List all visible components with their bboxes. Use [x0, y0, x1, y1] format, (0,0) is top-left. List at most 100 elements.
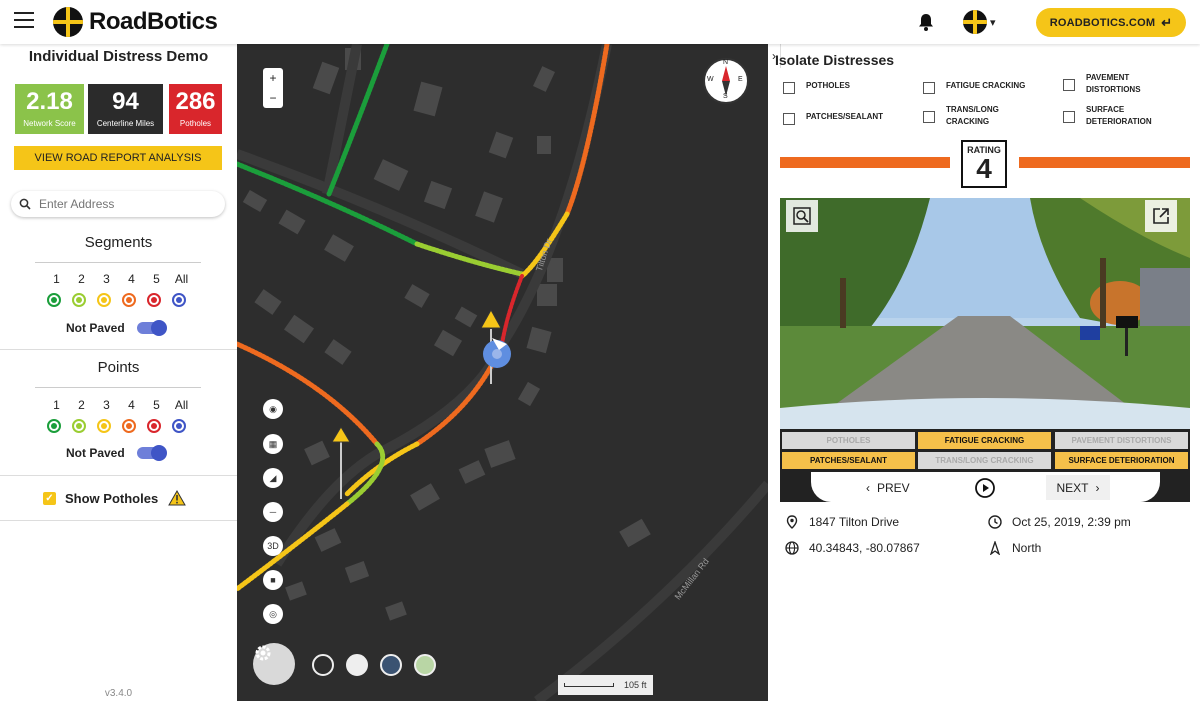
- isolate-surface-checkbox[interactable]: [1063, 111, 1075, 123]
- show-potholes-checkbox[interactable]: ✓: [43, 491, 56, 505]
- play-button[interactable]: [974, 475, 996, 500]
- isolate-patches-sealant[interactable]: PATCHES/SEALANT: [783, 111, 883, 125]
- show-potholes-label: Show Potholes: [65, 490, 159, 506]
- tag-pavement-distortions[interactable]: PAVEMENT DISTORTIONS: [1055, 432, 1188, 449]
- isolate-potholes[interactable]: POTHOLES: [783, 80, 850, 94]
- view-road-report-button[interactable]: VIEW ROAD REPORT ANALYSIS: [14, 146, 222, 170]
- map-canvas[interactable]: [237, 44, 768, 701]
- centerline-miles-label: Centerline Miles: [96, 119, 155, 128]
- image-navigation: ‹ PREV NEXT ›: [780, 472, 1190, 502]
- street-photo[interactable]: [780, 198, 1190, 430]
- warning-icon: [168, 490, 187, 506]
- prev-label: PREV: [877, 480, 910, 495]
- isolate-trans-long-cracking[interactable]: TRANS/LONG CRACKING: [923, 104, 999, 128]
- segment-toggle-2[interactable]: [72, 293, 86, 307]
- menu-icon[interactable]: [14, 12, 34, 30]
- segment-toggle-5[interactable]: [147, 293, 161, 307]
- navigation-arrow-icon: [988, 541, 1002, 555]
- potholes-label: Potholes: [179, 119, 212, 128]
- show-potholes-row: ✓ Show Potholes: [43, 490, 187, 506]
- zoom-in-button[interactable]: +: [263, 68, 283, 88]
- compass-s: S: [723, 93, 728, 100]
- tag-surface-deterioration[interactable]: SURFACE DETERIORATION: [1055, 452, 1188, 469]
- rating-value: 4: [976, 153, 992, 184]
- point-toggle-4[interactable]: [122, 419, 136, 433]
- isolate-distortions-checkbox[interactable]: [1063, 79, 1075, 91]
- logo[interactable]: RoadBotics: [53, 7, 218, 37]
- tag-patches-sealant[interactable]: PATCHES/SEALANT: [782, 452, 915, 469]
- address-text: 1847 Tilton Drive: [809, 515, 900, 529]
- basemap-light-option[interactable]: [346, 654, 368, 676]
- play-icon: [975, 477, 995, 498]
- zoom-out-button[interactable]: −: [263, 88, 283, 108]
- image-layer-icon[interactable]: ▦: [263, 434, 283, 454]
- isolate-surface-deterioration[interactable]: SURFACE DETERIORATION: [1063, 104, 1152, 128]
- points-levels: 1 2 3 4 5 All: [44, 398, 194, 412]
- scale-text: 105 ft: [624, 680, 647, 690]
- map-view[interactable]: Tilton Dr McMillan Rd + − N S E W ◉ ▦ ◢ …: [237, 44, 768, 701]
- network-score-value: 2.18: [26, 88, 73, 115]
- point-level-2: 2: [78, 398, 85, 412]
- pothole-marker-icon[interactable]: [480, 308, 502, 329]
- basemap-satellite-option[interactable]: [380, 654, 402, 676]
- point-toggle-3[interactable]: [97, 419, 111, 433]
- right-panel: › Isolate Distresses POTHOLES FATIGUE CR…: [768, 44, 1200, 701]
- logo-mark-icon: [53, 7, 83, 37]
- chevron-left-icon: ‹: [866, 480, 870, 495]
- basemap-terrain-option[interactable]: [414, 654, 436, 676]
- address-search[interactable]: [11, 191, 225, 217]
- account-menu[interactable]: ▾: [963, 10, 996, 34]
- point-level-3: 3: [103, 398, 110, 412]
- isolate-fatigue-cracking[interactable]: FATIGUE CRACKING: [923, 80, 1025, 94]
- open-external-icon[interactable]: [1145, 200, 1177, 232]
- tag-trans-long-cracking[interactable]: TRANS/LONG CRACKING: [918, 452, 1051, 469]
- point-toggle-1[interactable]: [47, 419, 61, 433]
- point-toggle-all[interactable]: [172, 419, 186, 433]
- points-divider: [35, 387, 201, 388]
- measure-area-icon[interactable]: ◢: [263, 468, 283, 488]
- segment-toggle-all[interactable]: [172, 293, 186, 307]
- isolate-fatigue-checkbox[interactable]: [923, 82, 935, 94]
- segment-toggle-1[interactable]: [47, 293, 61, 307]
- isolate-option-label-2: DETERIORATION: [1086, 117, 1152, 126]
- isolate-distresses-title: Isolate Distresses: [775, 52, 895, 68]
- site-button-label: ROADBOTICS.COM: [1049, 16, 1156, 29]
- points-not-paved-label: Not Paved: [66, 446, 125, 460]
- points-not-paved-toggle[interactable]: [137, 445, 167, 461]
- notification-bell-icon[interactable]: [916, 12, 936, 32]
- potholes-card: 286 Potholes: [169, 84, 222, 134]
- trash-icon[interactable]: ■: [263, 570, 283, 590]
- segment-toggle-3[interactable]: [97, 293, 111, 307]
- isolate-patches-checkbox[interactable]: [783, 113, 795, 125]
- pothole-marker-icon[interactable]: [331, 426, 351, 443]
- segment-toggle-4[interactable]: [122, 293, 136, 307]
- compass-icon[interactable]: N S E W: [703, 58, 749, 104]
- isolate-pavement-distortions[interactable]: PAVEMENT DISTORTIONS: [1063, 72, 1141, 96]
- isolate-potholes-checkbox[interactable]: [783, 82, 795, 94]
- centerline-miles-value: 94: [112, 88, 139, 115]
- compass-n: N: [723, 59, 729, 66]
- next-image-button[interactable]: NEXT ›: [1046, 475, 1110, 500]
- address-search-input[interactable]: [39, 197, 219, 211]
- ruler-icon[interactable]: ─: [263, 502, 283, 522]
- tag-fatigue-cracking[interactable]: FATIGUE CRACKING: [918, 432, 1051, 449]
- roadbotics-site-button[interactable]: ROADBOTICS.COM ↵: [1036, 8, 1186, 37]
- rating-bar-right: [1019, 157, 1190, 168]
- tag-potholes[interactable]: POTHOLES: [782, 432, 915, 449]
- locate-icon[interactable]: ◎: [263, 604, 283, 624]
- chevron-down-icon: ▾: [990, 16, 996, 29]
- prev-image-button[interactable]: ‹ PREV: [866, 475, 910, 500]
- segment-level-2: 2: [78, 272, 85, 286]
- settings-gear-icon[interactable]: [253, 643, 295, 685]
- account-avatar-icon: [963, 10, 987, 34]
- point-toggle-5[interactable]: [147, 419, 161, 433]
- segments-not-paved-toggle[interactable]: [137, 320, 167, 336]
- view-3d-button[interactable]: 3D: [263, 536, 283, 556]
- basemap-dark-option[interactable]: [312, 654, 334, 676]
- isolate-translong-checkbox[interactable]: [923, 111, 935, 123]
- isolate-option-label: TRANS/LONG: [946, 105, 999, 114]
- camera-icon[interactable]: ◉: [263, 399, 283, 419]
- point-toggle-2[interactable]: [72, 419, 86, 433]
- zoom-photo-icon[interactable]: [786, 200, 818, 232]
- section-divider: [0, 475, 237, 476]
